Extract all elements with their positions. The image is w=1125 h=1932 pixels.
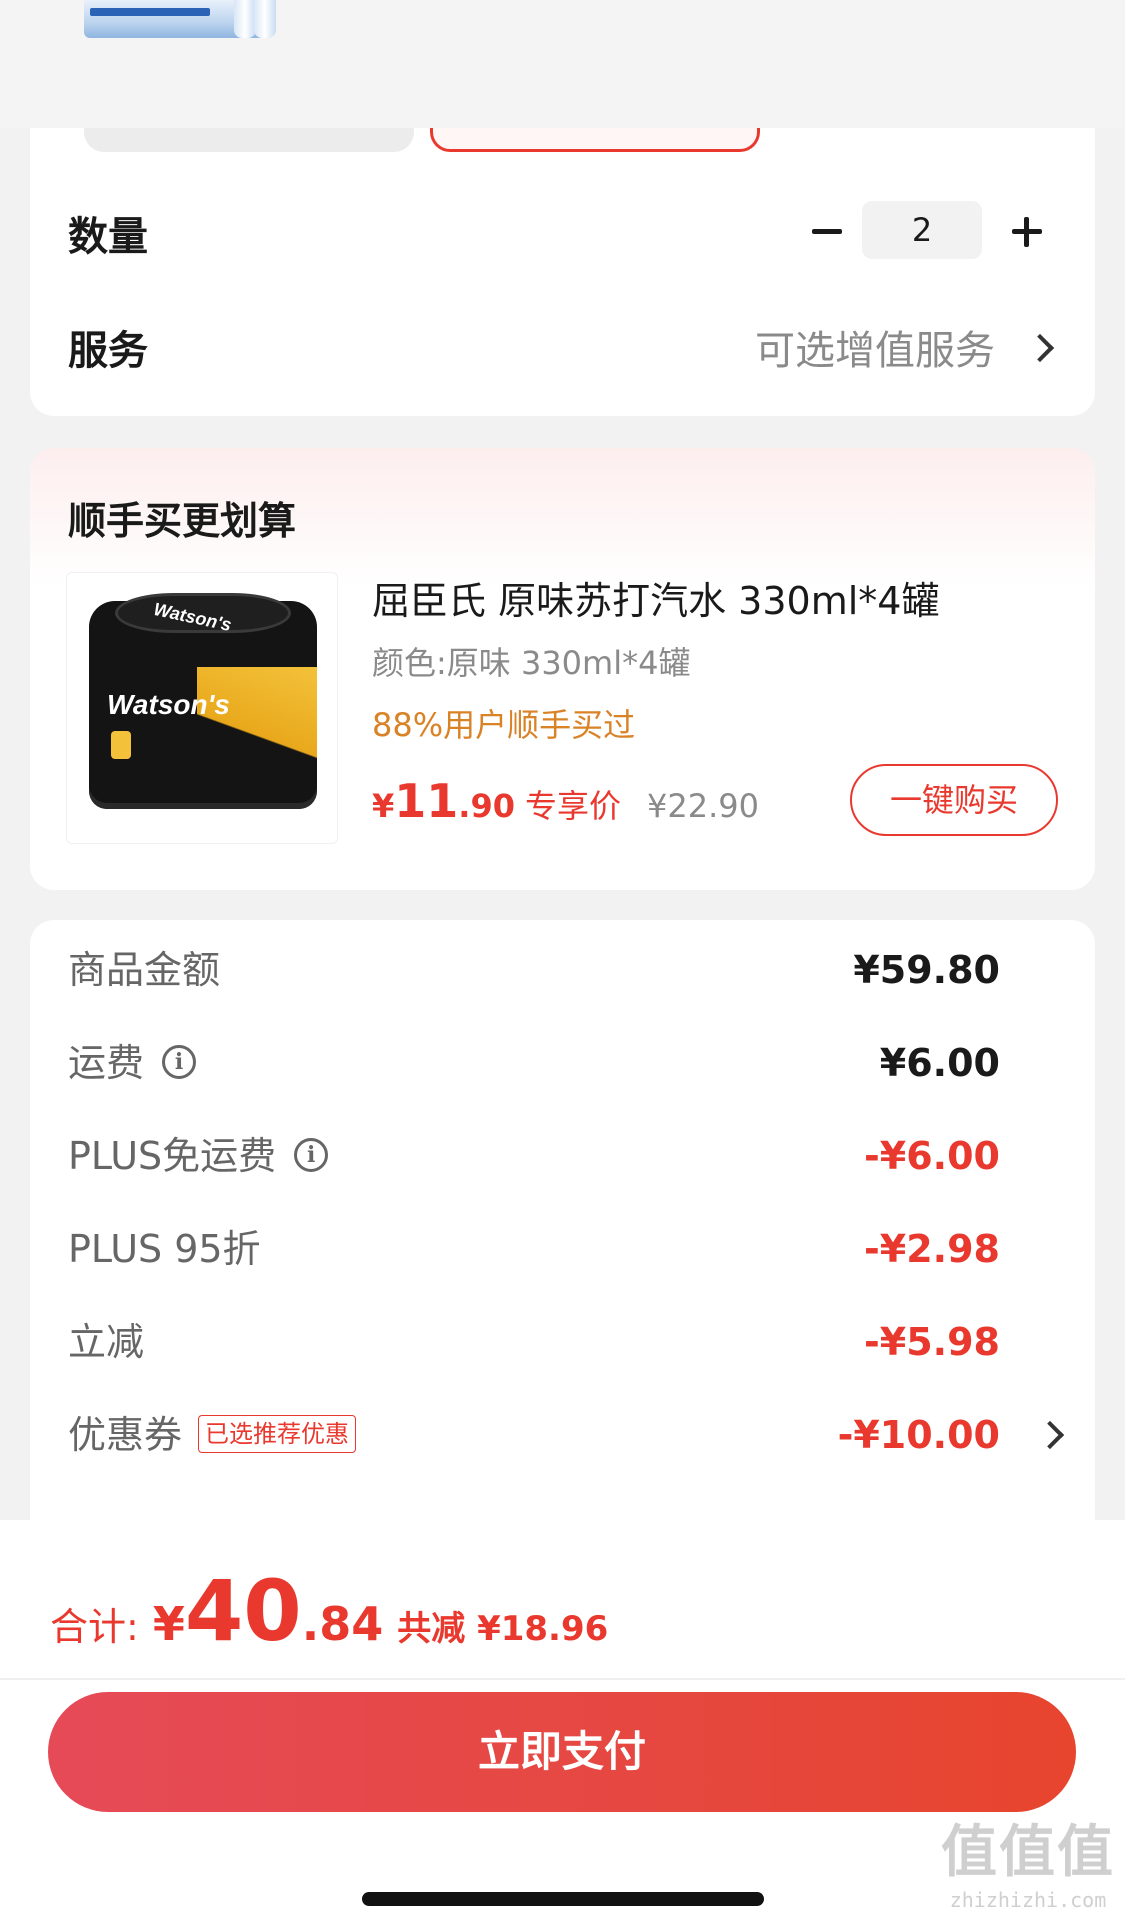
price-row: 立减 -¥5.98 bbox=[68, 1312, 1095, 1372]
price-row-value: ¥6.00 bbox=[879, 1041, 1000, 1085]
price-row-value: -¥5.98 bbox=[864, 1320, 1000, 1364]
price-currency: ¥ bbox=[372, 787, 395, 825]
bundle-title: 顺手买更划算 bbox=[68, 499, 297, 543]
price-row-value: -¥2.98 bbox=[864, 1227, 1000, 1271]
price-row-label-text: 立减 bbox=[68, 1320, 145, 1364]
price-integer: 11 bbox=[394, 774, 459, 828]
price-row-value: ¥59.80 bbox=[853, 948, 1000, 992]
price-row-label: 立减 bbox=[68, 1312, 144, 1372]
price-row-label: PLUS 95折 bbox=[68, 1219, 261, 1279]
chevron-right-icon[interactable] bbox=[1025, 333, 1055, 363]
bundle-product-name[interactable]: 屈臣氏 原味苏打汽水 330ml*4罐 bbox=[372, 570, 939, 625]
bottle-shape bbox=[254, 0, 276, 38]
quantity-stepper[interactable]: 2 bbox=[862, 201, 982, 259]
order-total: 合计: ¥40.84 共减 ¥18.96 bbox=[50, 1562, 608, 1660]
bundle-product-spec: 颜色:原味 330ml*4罐 bbox=[372, 644, 691, 682]
bundle-product-image[interactable]: Watson's Watson's bbox=[66, 572, 338, 844]
one-click-buy-button[interactable]: 一键购买 bbox=[850, 764, 1058, 836]
price-row-value: -¥6.00 bbox=[864, 1134, 1000, 1178]
service-label: 服务 bbox=[68, 328, 148, 374]
soda-can-pack: Watson's Watson's bbox=[89, 593, 317, 809]
spec-option-selected[interactable] bbox=[430, 128, 760, 152]
bundle-purchase-stat: 88%用户顺手买过 bbox=[372, 706, 636, 744]
product-thumbnail-label bbox=[90, 8, 210, 16]
total-currency: ¥ bbox=[152, 1597, 185, 1651]
price-tag: 专享价 bbox=[524, 787, 621, 825]
price-breakdown-card: 商品金额 ¥59.80 运费 i ¥6.00 PLUS免运费 i -¥6.00 PLUS 95折… bbox=[30, 920, 1095, 1560]
total-savings[interactable]: 共减 ¥18.96 bbox=[397, 1609, 608, 1649]
price-row-label: PLUS免运费 i bbox=[68, 1126, 329, 1186]
watermark: 值值值 zhizhizhi.com bbox=[941, 1807, 1115, 1912]
brand-logo: Watson's bbox=[107, 689, 230, 720]
total-label: 合计: bbox=[50, 1605, 139, 1649]
original-price: ¥22.90 bbox=[646, 787, 759, 825]
bundle-recommendation-card: 顺手买更划算 Watson's Watson's 屈臣氏 原味苏打汽水 330m… bbox=[30, 448, 1095, 890]
price-row: PLUS 95折 -¥2.98 bbox=[68, 1219, 1095, 1279]
product-thumbnail bbox=[84, 0, 276, 38]
price-row: 运费 i ¥6.00 bbox=[68, 1033, 1095, 1093]
minus-icon[interactable] bbox=[802, 206, 852, 256]
yellow-stripe bbox=[197, 667, 317, 787]
coupon-badge: 已选推荐优惠 bbox=[198, 1414, 357, 1453]
divider bbox=[0, 1678, 1125, 1680]
pay-now-button[interactable]: 立即支付 bbox=[48, 1692, 1076, 1812]
service-value[interactable]: 可选增值服务 bbox=[755, 318, 995, 376]
info-icon[interactable]: i bbox=[294, 1137, 329, 1172]
order-options-card: 数量 2 服务 可选增值服务 bbox=[30, 128, 1095, 416]
price-decimal: .90 bbox=[458, 787, 515, 825]
home-indicator[interactable] bbox=[362, 1892, 764, 1906]
product-header-strip bbox=[0, 0, 1125, 128]
price-row-label-text: PLUS免运费 bbox=[68, 1134, 277, 1178]
spec-option-grey[interactable] bbox=[84, 128, 414, 152]
price-row: 商品金额 ¥59.80 bbox=[68, 940, 1095, 1000]
watermark-logo: 值值值 bbox=[941, 1820, 1115, 1885]
price-row-label-text: 优惠券 bbox=[68, 1413, 183, 1457]
chevron-right-icon[interactable] bbox=[1035, 1420, 1065, 1450]
total-decimal: .84 bbox=[301, 1597, 384, 1651]
price-row-label-text: 运费 bbox=[68, 1041, 145, 1085]
price-row-value: -¥10.00 bbox=[837, 1413, 1000, 1457]
price-row-label: 优惠券 已选推荐优惠 bbox=[68, 1405, 357, 1465]
watermark-url: zhizhizhi.com bbox=[949, 1888, 1107, 1912]
bottle-shape bbox=[234, 0, 256, 38]
price-row-label: 运费 i bbox=[68, 1033, 197, 1093]
price-row-label-text: PLUS 95折 bbox=[68, 1227, 261, 1271]
plus-icon[interactable] bbox=[1002, 206, 1052, 256]
bundle-price: ¥11.90 专享价 ¥22.90 bbox=[372, 774, 759, 828]
price-row-label-text: 商品金额 bbox=[68, 948, 221, 992]
total-integer: 40 bbox=[184, 1562, 302, 1660]
info-icon[interactable]: i bbox=[162, 1044, 197, 1079]
price-row-label: 商品金额 bbox=[68, 940, 220, 1000]
price-row: PLUS免运费 i -¥6.00 bbox=[68, 1126, 1095, 1186]
quantity-label: 数量 bbox=[68, 214, 148, 260]
checkout-bar: 合计: ¥40.84 共减 ¥18.96 立即支付 值值值 zhizhizhi.co… bbox=[0, 1520, 1125, 1932]
price-row[interactable]: 优惠券 已选推荐优惠 -¥10.00 bbox=[68, 1405, 1095, 1465]
gold-badge bbox=[111, 731, 131, 759]
